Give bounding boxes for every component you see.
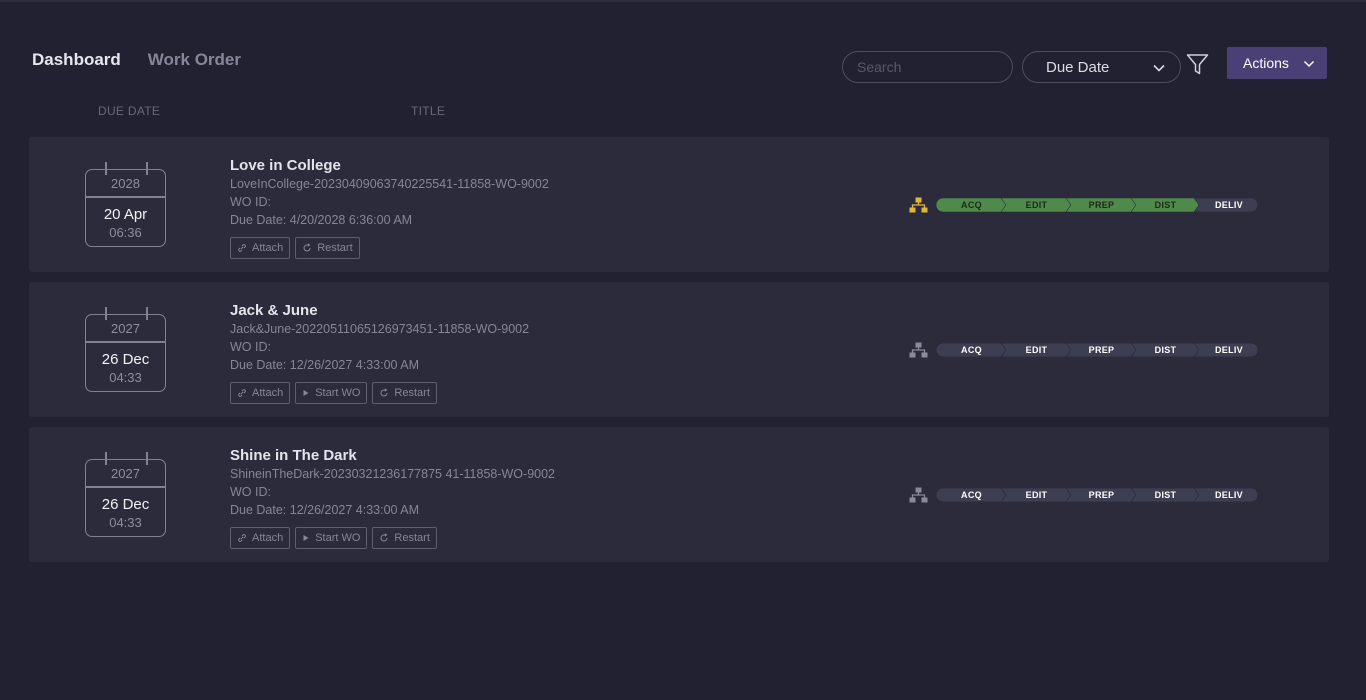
stage-dist[interactable]: DIST — [1135, 488, 1196, 502]
start-wo-button-label: Start WO — [315, 532, 361, 544]
stage-edit[interactable]: EDIT — [1005, 488, 1068, 502]
due-day: 26 Dec — [101, 496, 150, 513]
work-order-due-date: Due Date: 4/20/2028 6:36:00 AM — [230, 213, 413, 227]
work-order-id: WO ID: — [230, 195, 271, 209]
restart-button[interactable]: Restart — [372, 382, 437, 404]
due-time: 06:36 — [109, 225, 142, 240]
filter-icon[interactable] — [1186, 53, 1209, 76]
work-order-title[interactable]: Shine in The Dark — [230, 447, 555, 465]
workflow-status: ACQ EDIT PREP DIST DELIV — [909, 197, 1258, 213]
restart-button-label: Restart — [317, 242, 353, 254]
restart-button-label: Restart — [394, 387, 430, 399]
actions-button[interactable]: Actions — [1227, 47, 1327, 79]
work-order-id: WO ID: — [230, 485, 271, 499]
restart-icon — [379, 388, 389, 398]
stage-acq[interactable]: ACQ — [940, 343, 1003, 357]
tab-dashboard[interactable]: Dashboard — [32, 50, 121, 70]
work-order-title[interactable]: Jack & June — [230, 302, 529, 320]
restart-icon — [379, 533, 389, 543]
play-icon — [302, 388, 310, 398]
workflow-hierarchy-icon[interactable] — [909, 197, 928, 213]
stage-edit[interactable]: EDIT — [1005, 343, 1068, 357]
attach-button-label: Attach — [252, 532, 284, 544]
restart-button-label: Restart — [394, 532, 430, 544]
workflow-hierarchy-icon[interactable] — [909, 342, 928, 358]
due-day: 20 Apr — [103, 206, 148, 223]
link-icon — [237, 243, 247, 253]
work-order-actions: Attach Restart — [230, 237, 549, 259]
sort-selected-label: Due Date — [1046, 58, 1110, 76]
calendar-icon: 2028 20 Apr 06:36 — [85, 162, 166, 247]
due-time: 04:33 — [109, 515, 142, 530]
due-day: 26 Dec — [101, 351, 150, 368]
restart-button[interactable]: Restart — [295, 237, 360, 259]
stage-acq[interactable]: ACQ — [940, 488, 1003, 502]
due-year: 2027 — [111, 466, 140, 481]
stage-acq[interactable]: ACQ — [940, 198, 1003, 212]
actions-label: Actions — [1243, 55, 1289, 71]
tab-work-order[interactable]: Work Order — [148, 50, 241, 70]
work-order-name: Jack&June-20220511065126973451-11858-WO-… — [230, 322, 530, 336]
stage-prep[interactable]: PREP — [1070, 488, 1133, 502]
stage-deliv[interactable]: DELIV — [1198, 343, 1260, 357]
stage-prep[interactable]: PREP — [1070, 343, 1133, 357]
work-order-name: ShineinTheDark-20230321236177875 41-1185… — [230, 467, 555, 481]
stage-prep[interactable]: PREP — [1070, 198, 1133, 212]
work-order-due-date: Due Date: 12/26/2027 4:33:00 AM — [230, 358, 420, 372]
workflow-pipeline: ACQ EDIT PREP DIST DELIV — [936, 198, 1258, 212]
attach-button[interactable]: Attach — [230, 382, 291, 404]
stage-deliv[interactable]: DELIV — [1198, 488, 1260, 502]
stage-deliv[interactable]: DELIV — [1198, 198, 1260, 212]
work-order-card[interactable]: 2027 26 Dec 04:33 Jack & June Jack&June-2022… — [29, 282, 1329, 417]
start-wo-button-label: Start WO — [315, 387, 361, 399]
chevron-down-icon — [1303, 60, 1315, 68]
work-order-card[interactable]: 2028 20 Apr 06:36 Love in College LoveInColl… — [29, 137, 1329, 272]
link-icon — [237, 388, 247, 398]
column-header-due-date[interactable]: DUE DATE — [98, 104, 160, 118]
work-order-title[interactable]: Love in College — [230, 157, 549, 175]
calendar-icon: 2027 26 Dec 04:33 — [85, 307, 166, 392]
workflow-pipeline: ACQ EDIT PREP DIST DELIV — [936, 488, 1258, 502]
workflow-pipeline: ACQ EDIT PREP DIST DELIV — [936, 343, 1258, 357]
work-order-actions: Attach Start WO Restart — [230, 382, 529, 404]
restart-button[interactable]: Restart — [372, 527, 437, 549]
workflow-status: ACQ EDIT PREP DIST DELIV — [909, 342, 1258, 358]
top-divider — [0, 0, 1366, 2]
work-order-name: LoveInCollege-20230409063740225541-11858… — [230, 177, 549, 191]
work-order-card[interactable]: 2027 26 Dec 04:33 Shine in The Dark ShineinT… — [29, 427, 1329, 562]
attach-button[interactable]: Attach — [230, 527, 291, 549]
due-year: 2027 — [111, 321, 140, 336]
stage-edit[interactable]: EDIT — [1005, 198, 1068, 212]
due-time: 04:33 — [109, 370, 142, 385]
page-tabs: Dashboard Work Order — [32, 50, 241, 70]
stage-dist[interactable]: DIST — [1135, 343, 1196, 357]
restart-icon — [302, 243, 312, 253]
start-wo-button[interactable]: Start WO — [295, 527, 368, 549]
attach-button[interactable]: Attach — [230, 237, 291, 259]
due-year: 2028 — [111, 176, 140, 191]
stage-dist[interactable]: DIST — [1135, 198, 1196, 212]
sort-dropdown[interactable]: Due Date — [1022, 51, 1181, 83]
workflow-status: ACQ EDIT PREP DIST DELIV — [909, 487, 1258, 503]
work-order-id: WO ID: — [230, 340, 271, 354]
search-input[interactable] — [842, 51, 1013, 83]
play-icon — [302, 533, 310, 543]
column-header-title[interactable]: TITLE — [411, 104, 445, 118]
work-order-actions: Attach Start WO Restart — [230, 527, 555, 549]
work-order-due-date: Due Date: 12/26/2027 4:33:00 AM — [230, 503, 420, 517]
attach-button-label: Attach — [252, 387, 284, 399]
attach-button-label: Attach — [252, 242, 284, 254]
link-icon — [237, 533, 247, 543]
start-wo-button[interactable]: Start WO — [295, 382, 368, 404]
calendar-icon: 2027 26 Dec 04:33 — [85, 452, 166, 537]
chevron-down-icon — [1153, 64, 1165, 72]
workflow-hierarchy-icon[interactable] — [909, 487, 928, 503]
